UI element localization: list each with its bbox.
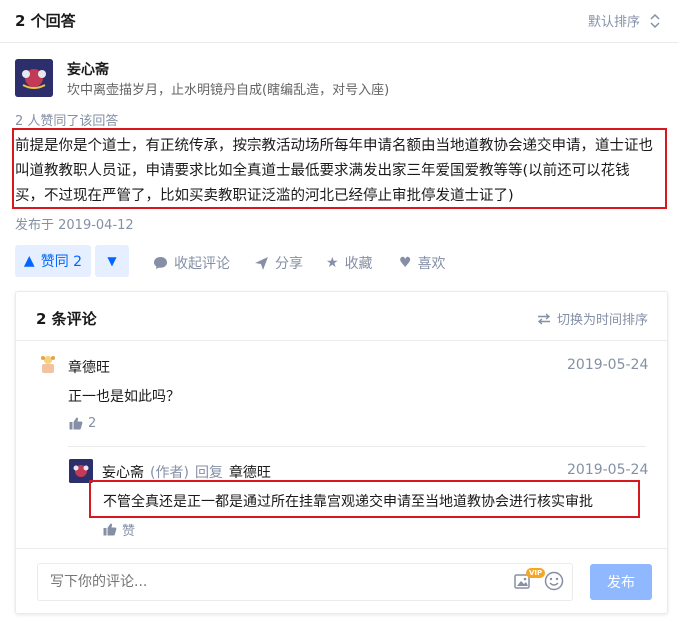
reply-author-name[interactable]: 妄心斋 (102, 462, 144, 482)
comment-date: 2019-05-24 (567, 462, 649, 478)
swap-arrows-icon (537, 312, 551, 325)
reply-header: 妄心斋 (作者) 回复 章德旺 (102, 462, 271, 482)
reply-to-name[interactable]: 章德旺 (229, 462, 271, 482)
like-label: 喜欢 (417, 256, 446, 272)
toggle-comments-label: 收起评论 (174, 256, 230, 272)
heart-icon: ♥ (399, 255, 412, 271)
thumbs-up-icon (103, 523, 117, 536)
sort-dropdown[interactable]: 默认排序 (588, 11, 660, 30)
divider (16, 548, 667, 549)
comment-like-count: 2 (88, 416, 97, 431)
switch-sort-button[interactable]: 切换为时间排序 (537, 309, 648, 328)
triangle-up-icon: ▲ (23, 253, 35, 269)
vip-badge: VIP (526, 568, 546, 578)
answer-line: 买，不过现在严管了，比如买卖教职证泛滥的河北已经停止审批停发道士证了) (15, 188, 514, 204)
answers-header (0, 0, 678, 43)
answer-line: 前提是你是个道士，有正统传承，按宗教活动场所每年申请名额由当地道教协会递交申请，… (15, 138, 653, 154)
comment-text: 正一也是如此吗？ (68, 389, 180, 405)
vote-down-button[interactable]: ▼ (95, 245, 129, 277)
submit-comment-button[interactable]: 发布 (590, 564, 652, 600)
commenter-avatar[interactable] (37, 353, 59, 375)
collect-button[interactable]: ★ 收藏 (326, 253, 373, 273)
comment-like-button[interactable]: 赞 (103, 520, 135, 539)
author-bio: 坎中离壶描岁月，止水明镜丹自成(瞎编乱造，对号入座) (67, 83, 390, 98)
divider (16, 340, 667, 341)
comment-date: 2019-05-24 (567, 357, 649, 373)
sort-chevron-icon (650, 13, 660, 28)
star-icon: ★ (326, 255, 339, 271)
answer-line: 叫道教教职人员证，申请要求比如全真道士最低要求满发出家三年爱国爱教等等(以前还可… (15, 163, 630, 179)
thumbs-up-icon (69, 417, 83, 430)
switch-sort-label: 切换为时间排序 (556, 313, 648, 328)
voters-count[interactable]: 2 人赞同了该回答 (15, 110, 118, 129)
comments-count: 2 条评论 (36, 310, 97, 328)
vote-up-label: 赞同 2 (40, 254, 83, 270)
comment-like-button[interactable]: 2 (69, 416, 96, 431)
author-avatar[interactable] (15, 59, 53, 97)
publish-date[interactable]: 发布于 2019-04-12 (15, 214, 134, 233)
vote-up-button[interactable]: ▲ 赞同 2 (15, 245, 91, 277)
comment-like-label: 赞 (122, 524, 136, 539)
comment-text: 不管全真还是正一都是通过所在挂靠宫观递交申请至当地道教协会进行核实审批 (103, 494, 593, 510)
reply-word: 回复 (194, 465, 223, 481)
answer-count: 2 个回答 (15, 12, 76, 30)
divider (68, 446, 646, 447)
like-button[interactable]: ♥ 喜欢 (399, 253, 446, 273)
emoji-icon[interactable] (544, 571, 564, 591)
collect-label: 收藏 (344, 256, 373, 272)
commenter-name[interactable]: 章德旺 (68, 357, 110, 377)
comment-icon (153, 256, 168, 270)
author-name[interactable]: 妄心斋 (67, 59, 109, 79)
answer-content: 前提是你是个道士，有正统传承，按宗教活动场所每年申请名额由当地道教协会递交申请，… (15, 134, 665, 209)
comment-input[interactable] (37, 563, 573, 601)
sort-label: 默认排序 (587, 15, 640, 30)
author-tag: (作者) (150, 465, 189, 481)
share-button[interactable]: 分享 (254, 253, 303, 273)
share-label: 分享 (275, 256, 303, 272)
triangle-down-icon: ▼ (107, 254, 117, 268)
toggle-comments-button[interactable]: 收起评论 (153, 253, 230, 273)
paper-plane-icon (254, 256, 269, 271)
